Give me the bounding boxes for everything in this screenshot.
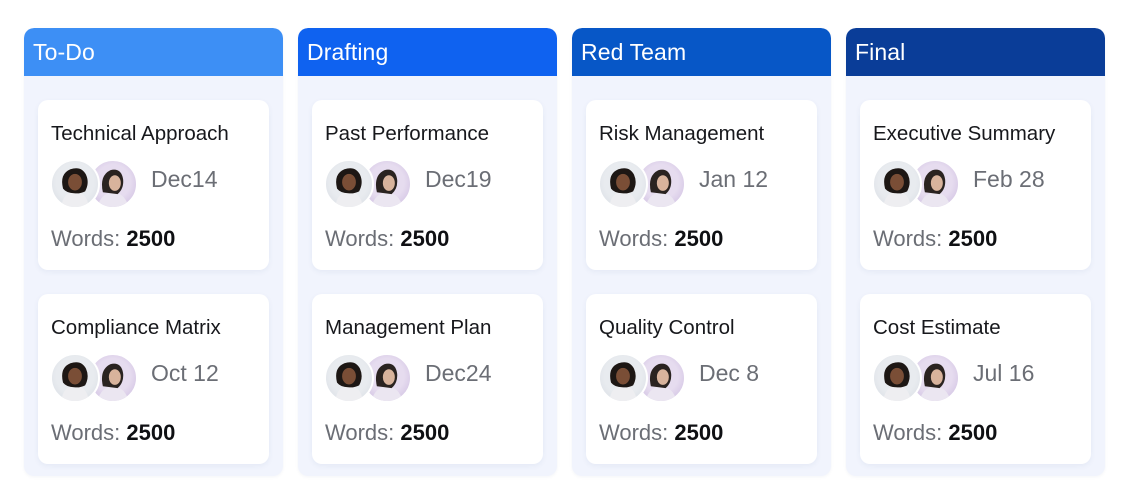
- due-date: Feb 28: [973, 166, 1045, 192]
- word-count-value: 2500: [674, 226, 724, 251]
- card-title: Management Plan: [325, 316, 492, 339]
- avatar-icon[interactable]: [324, 159, 374, 209]
- task-card[interactable]: Technical Approach Dec14 Words: 2500: [38, 100, 269, 270]
- column-drafting: Drafting Past Performance Dec19 Words: 2500…: [298, 28, 557, 476]
- assignee-avatars: [50, 353, 140, 403]
- card-title: Past Performance: [325, 122, 490, 145]
- card-title: Technical Approach: [51, 122, 229, 145]
- word-count-value: 2500: [948, 226, 998, 251]
- avatar-icon[interactable]: [598, 353, 648, 403]
- word-count-label: Words:: [873, 420, 943, 445]
- word-count-value: 2500: [674, 420, 724, 445]
- due-date: Oct 12: [151, 360, 219, 386]
- word-count: Words: 2500: [599, 226, 723, 252]
- due-date: Dec19: [425, 166, 492, 192]
- word-count: Words: 2500: [325, 226, 449, 252]
- assignee-avatars: [324, 159, 414, 209]
- word-count-label: Words:: [599, 420, 669, 445]
- task-card[interactable]: Executive Summary Feb 28 Words: 2500: [860, 100, 1091, 270]
- column-header: Drafting: [298, 28, 557, 76]
- word-count-value: 2500: [126, 420, 176, 445]
- assignee-avatars: [324, 353, 414, 403]
- word-count-label: Words:: [599, 226, 669, 251]
- word-count-label: Words:: [873, 226, 943, 251]
- word-count-label: Words:: [51, 420, 121, 445]
- card-title: Quality Control: [599, 316, 735, 339]
- avatar-icon[interactable]: [872, 159, 922, 209]
- column-header: Final: [846, 28, 1105, 76]
- due-date: Dec 8: [699, 360, 760, 386]
- assignee-avatars: [872, 159, 962, 209]
- word-count-value: 2500: [400, 420, 450, 445]
- word-count: Words: 2500: [51, 226, 175, 252]
- word-count: Words: 2500: [873, 420, 997, 446]
- assignee-avatars: [50, 159, 140, 209]
- word-count-label: Words:: [325, 226, 395, 251]
- word-count-value: 2500: [400, 226, 450, 251]
- avatar-icon[interactable]: [324, 353, 374, 403]
- task-card[interactable]: Risk Management Jan 12 Words: 2500: [586, 100, 817, 270]
- card-title: Risk Management: [599, 122, 765, 145]
- avatar-icon[interactable]: [50, 159, 100, 209]
- due-date: Dec14: [151, 166, 218, 192]
- column-final: Final Executive Summary Feb 28 Words: 2500 C…: [846, 28, 1105, 476]
- word-count-label: Words:: [325, 420, 395, 445]
- word-count-value: 2500: [126, 226, 176, 251]
- avatar-icon[interactable]: [598, 159, 648, 209]
- word-count-value: 2500: [948, 420, 998, 445]
- task-card[interactable]: Compliance Matrix Oct 12 Words: 2500: [38, 294, 269, 464]
- avatar-icon[interactable]: [50, 353, 100, 403]
- due-date: Jul 16: [973, 360, 1035, 386]
- card-title: Cost Estimate: [873, 316, 1001, 339]
- due-date: Dec24: [425, 360, 492, 386]
- column-red-team: Red Team Risk Management Jan 12 Words: 2500…: [572, 28, 831, 476]
- task-card[interactable]: Quality Control Dec 8 Words: 2500: [586, 294, 817, 464]
- assignee-avatars: [598, 353, 688, 403]
- word-count: Words: 2500: [599, 420, 723, 446]
- task-card[interactable]: Past Performance Dec19 Words: 2500: [312, 100, 543, 270]
- avatar-icon[interactable]: [872, 353, 922, 403]
- column-header: To-Do: [24, 28, 283, 76]
- assignee-avatars: [598, 159, 688, 209]
- card-title: Executive Summary: [873, 122, 1056, 145]
- column-to-do: To-Do Technical Approach Dec14 Words: 2500 C…: [24, 28, 283, 476]
- due-date: Jan 12: [699, 166, 769, 192]
- card-title: Compliance Matrix: [51, 316, 221, 339]
- word-count: Words: 2500: [873, 226, 997, 252]
- assignee-avatars: [872, 353, 962, 403]
- task-card[interactable]: Cost Estimate Jul 16 Words: 2500: [860, 294, 1091, 464]
- task-card[interactable]: Management Plan Dec24 Words: 2500: [312, 294, 543, 464]
- column-header: Red Team: [572, 28, 831, 76]
- word-count-label: Words:: [51, 226, 121, 251]
- word-count: Words: 2500: [325, 420, 449, 446]
- word-count: Words: 2500: [51, 420, 175, 446]
